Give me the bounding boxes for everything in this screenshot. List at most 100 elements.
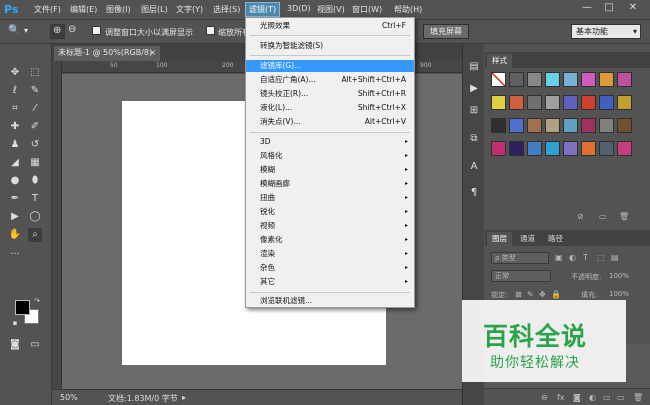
history-brush-icon[interactable]: ↺ [28,138,42,152]
eraser-tool-icon[interactable]: ◢ [8,156,22,170]
crop-tool-icon[interactable]: ⌗ [8,102,22,116]
document-tab[interactable]: 未标题-1 @ 50%(RGB/8) × [54,46,160,61]
history-panel-icon[interactable]: ▤ [467,60,481,74]
style-swatch[interactable] [527,118,542,133]
style-swatch[interactable] [563,95,578,110]
style-swatch[interactable] [545,95,560,110]
style-swatch[interactable] [545,141,560,156]
browse-filters-online-item[interactable]: 浏览联机滤镜... [246,295,414,307]
minimize-icon[interactable]: — [578,2,596,16]
healing-brush-icon[interactable]: ✚ [8,120,22,134]
marquee-tool-icon[interactable]: ⬚ [28,66,42,80]
filter-other-item[interactable]: 其它 ▸ [246,276,414,288]
adjustment-layer-icon[interactable]: ◐ [589,393,596,402]
tab-styles[interactable]: 样式 [487,54,512,68]
blend-mode-select[interactable]: 正常 [491,270,551,282]
style-swatch[interactable] [563,141,578,156]
lock-image-icon[interactable]: ✎ [527,290,534,299]
menu-image[interactable]: 图像(I) [106,4,131,15]
filter-gallery-item[interactable]: 滤镜库(G)... [246,60,414,72]
style-swatch[interactable] [509,141,524,156]
resize-windows-checkbox[interactable] [92,26,101,35]
filter-distort-item[interactable]: 扭曲 ▸ [246,192,414,204]
menu-type[interactable]: 文字(Y) [176,4,203,15]
style-swatch[interactable] [563,72,578,87]
zoom-out-icon[interactable]: ⊖ [68,24,76,35]
foreground-color-swatch[interactable] [15,300,30,315]
delete-style-icon[interactable]: 🗑 [619,212,629,221]
tab-layers[interactable]: 图层 [487,232,512,246]
style-swatch[interactable] [491,72,506,87]
style-swatch[interactable] [599,72,614,87]
new-group-icon[interactable]: ▭ [603,393,611,402]
gradient-tool-icon[interactable]: ▦ [28,156,42,170]
tab-channels[interactable]: 通道 [515,232,540,246]
hand-tool-icon[interactable]: ✋ [8,228,22,242]
opacity-value[interactable]: 100% [609,272,629,280]
menu-select[interactable]: 选择(S) [213,4,240,15]
fx-icon[interactable]: fx [557,393,565,402]
zoom-level[interactable]: 50% [60,393,78,402]
style-swatch[interactable] [545,72,560,87]
zoom-tool-icon[interactable]: ⌕ [28,228,42,242]
tab-paths[interactable]: 路径 [543,232,568,246]
lock-pixels-icon[interactable]: ⊠ [515,290,522,299]
properties-panel-icon[interactable]: ⊞ [467,104,481,118]
style-swatch[interactable] [599,95,614,110]
link-layers-icon[interactable]: ⊖ [541,393,548,402]
style-swatch[interactable] [491,95,506,110]
default-colors-icon[interactable]: ▪ [8,316,22,330]
style-swatch[interactable] [563,118,578,133]
brush-tool-icon[interactable]: ✐ [28,120,42,134]
style-swatch[interactable] [527,72,542,87]
style-swatch[interactable] [527,141,542,156]
quick-mask-icon[interactable]: ◙ [8,338,22,352]
swap-colors-icon[interactable]: ↷ [30,294,44,308]
lock-all-icon[interactable]: 🔒 [551,290,561,299]
style-swatch[interactable] [617,72,632,87]
vanishing-point-item[interactable]: 消失点(V)... Alt+Ctrl+V [246,116,414,128]
filter-noise-item[interactable]: 杂色 ▸ [246,262,414,274]
screen-mode-icon[interactable]: ▭ [28,338,42,352]
style-swatch[interactable] [617,95,632,110]
filter-shape-icon[interactable]: ⬚ [597,253,605,262]
clone-source-icon[interactable]: ⧉ [467,132,481,146]
menu-view[interactable]: 视图(V) [317,4,345,15]
eyedropper-tool-icon[interactable]: ⁄ [28,102,42,116]
filter-3d-item[interactable]: 3D ▸ [246,136,414,148]
style-swatch[interactable] [545,118,560,133]
pen-tool-icon[interactable]: ✒ [8,192,22,206]
filter-type-icon[interactable]: T [583,253,588,262]
blur-tool-icon[interactable]: ● [8,174,22,188]
zoom-tool-icon[interactable]: 🔍 [8,25,20,36]
fill-screen-button[interactable]: 填充屏幕 [423,24,469,39]
dodge-tool-icon[interactable]: ⬮ [28,174,42,188]
style-swatch[interactable] [491,141,506,156]
paragraph-panel-icon[interactable]: ¶ [467,186,481,200]
style-swatch[interactable] [599,118,614,133]
filter-pixel-icon[interactable]: ▣ [555,253,563,262]
fill-value[interactable]: 100% [609,290,629,298]
style-swatch[interactable] [581,118,596,133]
zoom-all-checkbox[interactable] [206,26,215,35]
close-icon[interactable]: ✕ [624,2,642,16]
edit-toolbar-icon[interactable]: ··· [8,248,22,262]
style-swatch[interactable] [617,118,632,133]
tool-preset-arrow-icon[interactable]: ▾ [24,26,28,35]
style-swatch[interactable] [527,95,542,110]
close-tab-icon[interactable]: × [149,46,156,60]
menu-3d[interactable]: 3D(D) [287,4,311,13]
style-swatch[interactable] [509,72,524,87]
move-tool-icon[interactable]: ✥ [8,66,22,80]
style-swatch[interactable] [617,141,632,156]
type-tool-icon[interactable]: T [28,192,42,206]
zoom-in-button[interactable]: ⊕ [50,24,65,39]
character-panel-icon[interactable]: A [467,160,481,174]
restore-icon[interactable]: □ [600,2,618,16]
new-style-icon[interactable]: ▭ [599,212,607,221]
clear-style-icon[interactable]: ⊘ [577,212,584,221]
convert-smart-filter-item[interactable]: 转换为智能滤镜(S) [246,40,414,52]
workspace-select[interactable]: 基本功能 ▾ [571,24,641,39]
style-swatch[interactable] [509,118,524,133]
path-select-icon[interactable]: ▶ [8,210,22,224]
